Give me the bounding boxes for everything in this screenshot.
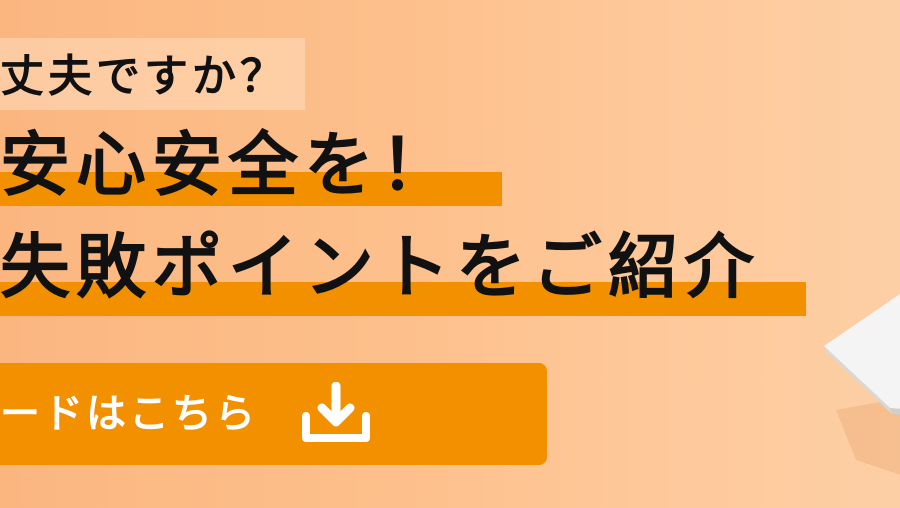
headline-text-2: 失敗ポイントをご紹介 bbox=[0, 226, 760, 308]
download-button-label: ードはこちら bbox=[0, 391, 258, 437]
question-text: 丈夫ですか？ bbox=[0, 51, 288, 102]
download-button[interactable]: ードはこちら bbox=[0, 363, 547, 465]
banner: 丈夫ですか？ 安心安全を！ 失敗ポイントをご紹介 ードはこちら bbox=[0, 0, 900, 508]
device-illustration bbox=[824, 294, 900, 415]
headline-line-1: 安心安全を！ bbox=[0, 122, 520, 212]
headline-text-1: 安心安全を！ bbox=[0, 124, 456, 206]
headline-line-2: 失敗ポイントをご紹介 bbox=[0, 224, 820, 320]
download-icon[interactable] bbox=[300, 382, 372, 446]
